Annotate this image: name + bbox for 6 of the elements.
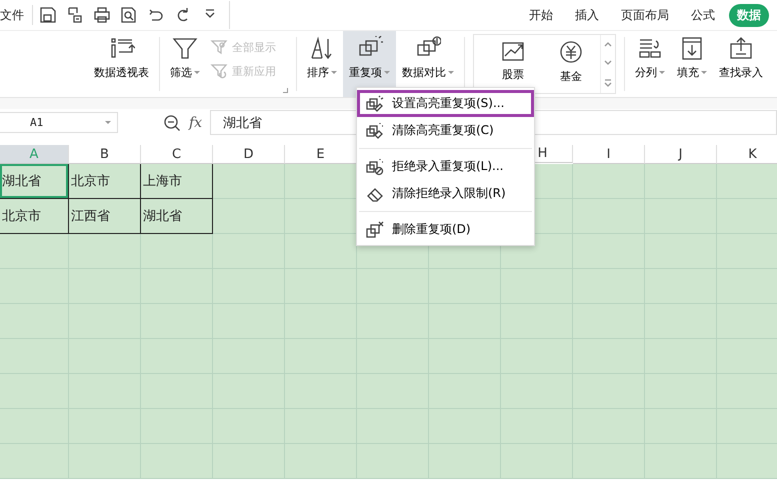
table-cell: 北京市 bbox=[69, 164, 141, 199]
table-cell: 湖北省 bbox=[0, 164, 69, 199]
table-cell: 江西省 bbox=[69, 199, 141, 234]
table-cell: 湖北省 bbox=[141, 199, 213, 234]
table-cell: 北京市 bbox=[0, 199, 69, 234]
table-cell: 上海市 bbox=[141, 164, 213, 199]
